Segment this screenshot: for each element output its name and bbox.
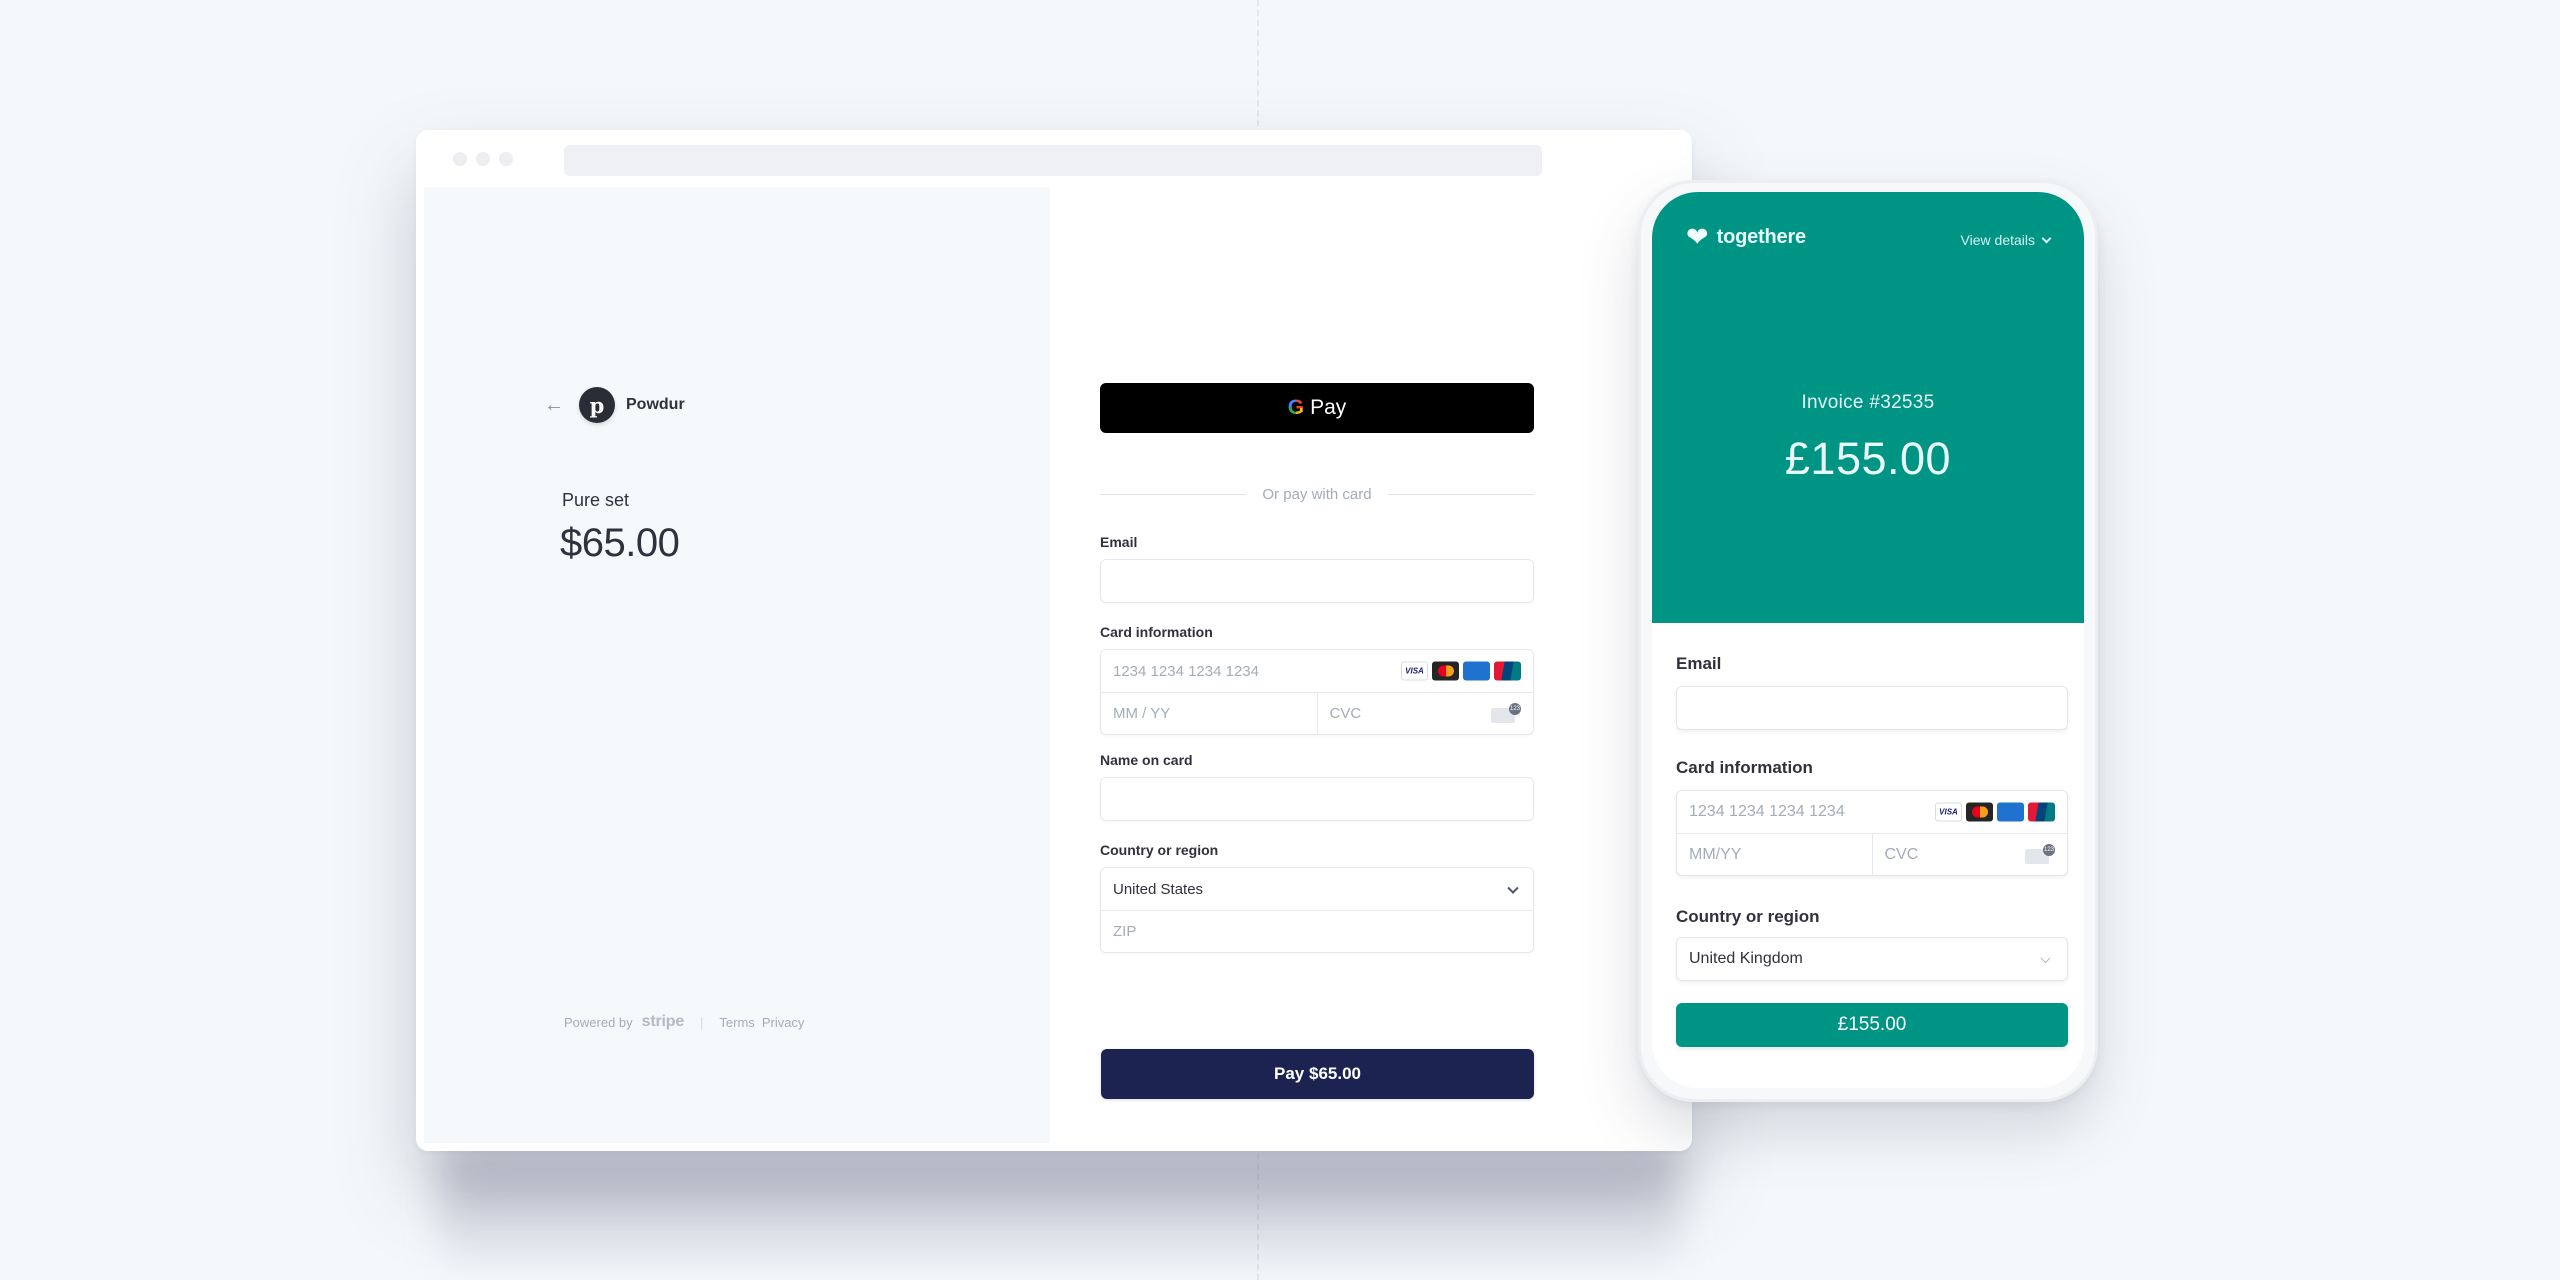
view-details-button[interactable]: View details [1960, 232, 2052, 248]
stripe-logo[interactable]: stripe [642, 1013, 685, 1031]
browser-window: ← p Powdur Pure set $65.00 Powered by st… [416, 130, 1692, 1151]
card-number-placeholder: 1234 1234 1234 1234 [1113, 662, 1259, 680]
cvc-placeholder: CVC [1884, 845, 1919, 863]
country-label: Country or region [1100, 842, 1219, 858]
address-bar[interactable] [564, 145, 1542, 176]
window-shadow [440, 1150, 1680, 1280]
cvc-input[interactable]: CVC 123 [1316, 693, 1534, 734]
card-number-placeholder: 1234 1234 1234 1234 [1689, 803, 1845, 820]
google-pay-label: Pay [1310, 396, 1347, 419]
email-label: Email [1676, 654, 1722, 673]
amex-icon [1463, 661, 1490, 681]
country-select[interactable]: United States [1101, 868, 1533, 910]
zip-placeholder: ZIP [1113, 923, 1137, 940]
visa-icon: VISA [1401, 661, 1428, 681]
mastercard-icon [1966, 802, 1993, 822]
privacy-link[interactable]: Privacy [762, 1015, 805, 1030]
window-control-dot [453, 152, 467, 166]
expiry-placeholder: MM / YY [1113, 705, 1171, 722]
powered-by-text: Powered by [564, 1014, 633, 1030]
card-brand-icons: VISA [1935, 802, 2055, 822]
chevron-down-icon [2041, 233, 2052, 243]
phone-screen: ❤ togethere View details Invoice #32535 … [1652, 192, 2084, 1088]
chevron-down-icon [1507, 882, 1519, 894]
order-summary-pane: ← p Powdur Pure set $65.00 Powered by st… [424, 187, 1050, 1143]
brand-name: togethere [1716, 226, 1807, 248]
footer-separator: | [700, 1014, 704, 1030]
card-info-label: Card information [1676, 758, 1813, 777]
chevron-down-icon [2040, 953, 2051, 964]
cvc-card-icon: 123 [1491, 702, 1521, 723]
heart-logo-icon: ❤ [1686, 222, 1709, 252]
footer: Powered by stripe | Terms Privacy [564, 1013, 811, 1031]
window-control-dot [499, 152, 513, 166]
merchant-logo: p [579, 387, 615, 423]
or-divider: Or pay with card [1100, 486, 1534, 503]
merchant-header: ← p Powdur [544, 387, 685, 423]
country-value: United Kingdom [1689, 950, 1803, 967]
unionpay-icon [1494, 661, 1521, 681]
cvc-card-icon: 123 [2025, 843, 2055, 864]
terms-link[interactable]: Terms [719, 1015, 754, 1030]
country-select[interactable]: United Kingdom [1676, 937, 2068, 981]
amex-icon [1997, 802, 2024, 822]
cvc-input[interactable]: CVC 123 [1871, 834, 2068, 875]
visa-icon: VISA [1935, 802, 1962, 822]
zip-input[interactable]: ZIP [1101, 910, 1533, 952]
pay-button[interactable]: £155.00 [1676, 1003, 2068, 1047]
divider-text: Or pay with card [1262, 486, 1372, 503]
product-name: Pure set [562, 490, 630, 510]
pay-button[interactable]: Pay $65.00 [1101, 1049, 1534, 1099]
phone-frame: ❤ togethere View details Invoice #32535 … [1638, 180, 2098, 1102]
unionpay-icon [2028, 802, 2055, 822]
email-label: Email [1100, 534, 1138, 550]
card-brand-icons: VISA [1401, 661, 1521, 681]
name-on-card-input[interactable] [1100, 777, 1534, 821]
view-details-label: View details [1960, 232, 2035, 248]
brand: ❤ togethere [1686, 224, 1806, 251]
invoice-header: ❤ togethere View details Invoice #32535 … [1652, 192, 2084, 623]
payment-pane: G Pay Or pay with card Email Card inform… [1050, 187, 1692, 1143]
window-control-dot [476, 152, 490, 166]
card-info-group: 1234 1234 1234 1234 VISA MM/YY CVC 123 [1676, 790, 2068, 876]
cvc-placeholder: CVC [1329, 705, 1362, 722]
product-price: $65.00 [560, 521, 680, 565]
invoice-title: Invoice #32535 [1801, 392, 1935, 413]
invoice-amount: £155.00 [1784, 433, 1952, 484]
mastercard-icon [1432, 661, 1459, 681]
name-on-card-label: Name on card [1100, 752, 1193, 768]
address-group: United States ZIP [1100, 867, 1534, 953]
country-value: United States [1113, 880, 1204, 898]
email-input[interactable] [1100, 559, 1534, 603]
expiry-input[interactable]: MM/YY [1677, 834, 1872, 875]
expiry-input[interactable]: MM / YY [1101, 693, 1317, 734]
card-info-group: 1234 1234 1234 1234 VISA MM / YY CVC 123 [1100, 649, 1534, 735]
card-info-label: Card information [1100, 624, 1213, 640]
email-input[interactable] [1676, 686, 2068, 730]
merchant-name: Powdur [626, 396, 685, 413]
divider-line [1387, 494, 1534, 495]
country-label: Country or region [1676, 907, 1820, 926]
expiry-placeholder: MM/YY [1689, 845, 1742, 863]
browser-toolbar [416, 130, 1692, 185]
arrow-left-icon[interactable]: ← [544, 395, 566, 415]
card-number-input[interactable]: 1234 1234 1234 1234 VISA [1677, 791, 2067, 833]
google-pay-button[interactable]: G Pay [1100, 383, 1534, 433]
card-number-input[interactable]: 1234 1234 1234 1234 VISA [1101, 650, 1533, 692]
google-g-icon: G [1287, 396, 1305, 419]
divider-line [1100, 494, 1247, 495]
